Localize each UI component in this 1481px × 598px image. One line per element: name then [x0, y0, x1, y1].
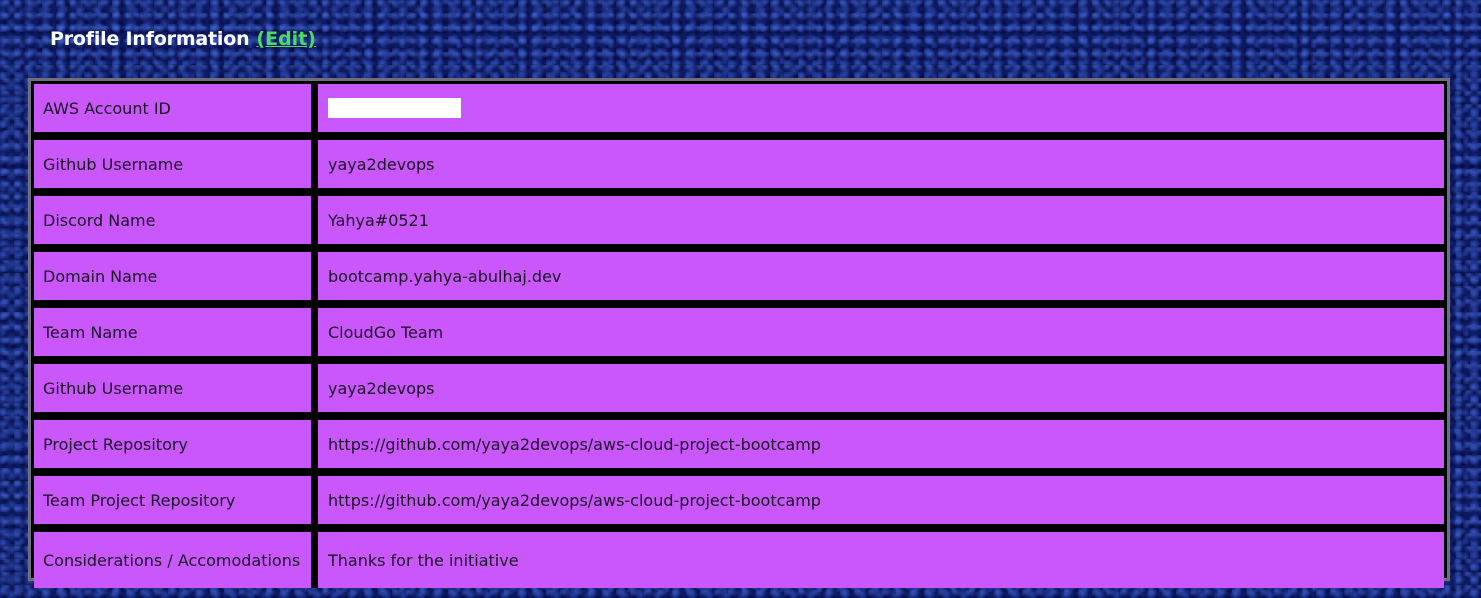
profile-row-project-repository: Project Repository https://github.com/ya…	[34, 420, 1444, 476]
row-value: bootcamp.yahya-abulhaj.dev	[318, 252, 1444, 308]
row-value	[318, 84, 1444, 140]
row-value: https://github.com/yaya2devops/aws-cloud…	[318, 420, 1444, 476]
profile-row-team-name: Team Name CloudGo Team	[34, 308, 1444, 364]
profile-row-team-project-repository: Team Project Repository https://github.c…	[34, 476, 1444, 532]
profile-row-github-username: Github Username yaya2devops	[34, 140, 1444, 196]
profile-row-github-username-2: Github Username yaya2devops	[34, 364, 1444, 420]
row-label: Github Username	[34, 140, 318, 196]
profile-row-domain-name: Domain Name bootcamp.yahya-abulhaj.dev	[34, 252, 1444, 308]
row-label: Discord Name	[34, 196, 318, 252]
profile-table: AWS Account ID Github Username yaya2devo…	[34, 84, 1444, 588]
profile-header: Profile Information (Edit)	[50, 25, 316, 53]
row-value: CloudGo Team	[318, 308, 1444, 364]
profile-row-aws-account-id: AWS Account ID	[34, 84, 1444, 140]
redacted-value-box	[328, 98, 461, 119]
profile-table-frame: AWS Account ID Github Username yaya2devo…	[28, 78, 1450, 588]
row-label: Team Project Repository	[34, 476, 318, 532]
profile-row-discord-name: Discord Name Yahya#0521	[34, 196, 1444, 252]
edit-link[interactable]: (Edit)	[256, 28, 316, 50]
row-label: Considerations / Accomodations	[34, 532, 318, 588]
profile-row-considerations: Considerations / Accomodations Thanks fo…	[34, 532, 1444, 588]
row-value: yaya2devops	[318, 364, 1444, 420]
row-value: yaya2devops	[318, 140, 1444, 196]
page-title: Profile Information	[50, 28, 250, 50]
row-label: Domain Name	[34, 252, 318, 308]
row-value: Yahya#0521	[318, 196, 1444, 252]
row-value: Thanks for the initiative	[318, 532, 1444, 588]
row-value: https://github.com/yaya2devops/aws-cloud…	[318, 476, 1444, 532]
row-label: AWS Account ID	[34, 84, 318, 140]
row-label: Project Repository	[34, 420, 318, 476]
row-label: Github Username	[34, 364, 318, 420]
row-label: Team Name	[34, 308, 318, 364]
